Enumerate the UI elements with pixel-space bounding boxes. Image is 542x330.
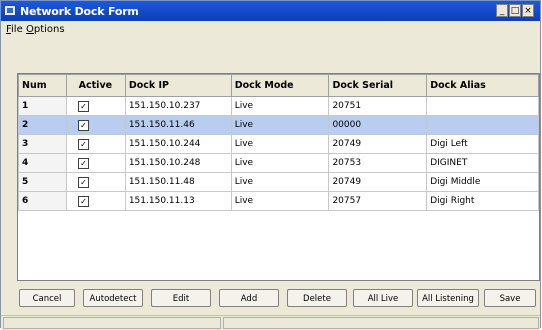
button-bar: Cancel Autodetect Edit Add Delete All Li… [17, 289, 540, 311]
cell-num: 4 [18, 153, 67, 173]
table-row[interactable]: 3 ✓ 151.150.10.244 Live 20749 Digi Left [18, 134, 539, 154]
col-header-dock-alias[interactable]: Dock Alias [426, 74, 539, 97]
cell-dock-ip[interactable]: 151.150.11.46 [124, 115, 232, 135]
menu-options-label: ptions [33, 24, 65, 35]
cell-dock-serial[interactable]: 20751 [328, 96, 428, 116]
cell-dock-serial[interactable]: 00000 [328, 115, 428, 135]
add-button[interactable]: Add [219, 289, 279, 307]
active-checkbox[interactable]: ✓ [77, 176, 89, 188]
active-checkbox[interactable]: ✓ [77, 100, 89, 112]
cell-num: 3 [18, 134, 67, 154]
cell-dock-serial[interactable]: 20757 [328, 191, 428, 211]
cell-dock-alias[interactable] [426, 96, 539, 116]
cell-num: 1 [18, 96, 67, 116]
cell-dock-serial[interactable]: 20749 [328, 172, 428, 192]
cell-active: ✓ [65, 191, 126, 211]
col-header-dock-ip[interactable]: Dock IP [124, 74, 232, 97]
col-header-num[interactable]: Num [18, 74, 67, 97]
all-listening-button[interactable]: All Listening [417, 289, 479, 307]
table-row[interactable]: 5 ✓ 151.150.11.48 Live 20749 Digi Middle [18, 172, 539, 192]
table-row-selected[interactable]: 2 ✓ 151.150.11.46 Live 00000 [18, 115, 539, 135]
cell-dock-mode[interactable]: Live [230, 115, 330, 135]
cell-dock-mode[interactable]: Live [230, 191, 330, 211]
col-header-dock-mode[interactable]: Dock Mode [230, 74, 330, 97]
table-row[interactable]: 4 ✓ 151.150.10.248 Live 20753 DIGINET [18, 153, 539, 173]
tool-area [1, 38, 540, 73]
menu-bar: File Options [1, 21, 540, 38]
col-header-active[interactable]: Active [65, 74, 126, 97]
close-icon[interactable]: × [522, 4, 534, 17]
status-pane-right [223, 317, 539, 329]
menu-options[interactable]: Options [26, 24, 65, 35]
cell-dock-serial[interactable]: 20753 [328, 153, 428, 173]
col-header-dock-serial[interactable]: Dock Serial [328, 74, 428, 97]
active-checkbox[interactable]: ✓ [77, 138, 89, 150]
menu-file[interactable]: File [6, 24, 23, 35]
active-checkbox[interactable]: ✓ [77, 195, 89, 207]
network-dock-window: Network Dock Form _ □ × File Options Num… [0, 0, 541, 330]
cell-dock-mode[interactable]: Live [230, 134, 330, 154]
cell-dock-mode[interactable]: Live [230, 172, 330, 192]
status-pane-left [3, 317, 221, 329]
cell-dock-alias[interactable]: DIGINET [426, 153, 539, 173]
cell-dock-alias[interactable]: Digi Left [426, 134, 539, 154]
app-icon [4, 5, 16, 16]
cell-dock-mode[interactable]: Live [230, 153, 330, 173]
delete-button[interactable]: Delete [287, 289, 347, 307]
cell-num: 6 [18, 191, 67, 211]
title-bar[interactable]: Network Dock Form _ □ × [1, 1, 540, 21]
cell-active: ✓ [65, 134, 126, 154]
cancel-button[interactable]: Cancel [19, 289, 75, 307]
cell-dock-ip[interactable]: 151.150.10.237 [124, 96, 232, 116]
cell-active: ✓ [65, 115, 126, 135]
table-row[interactable]: 6 ✓ 151.150.11.13 Live 20757 Digi Right [18, 191, 539, 211]
all-live-button[interactable]: All Live [353, 289, 413, 307]
cell-active: ✓ [65, 153, 126, 173]
cell-num: 2 [18, 115, 67, 135]
edit-button[interactable]: Edit [151, 289, 211, 307]
cell-active: ✓ [65, 96, 126, 116]
save-button[interactable]: Save [484, 289, 536, 307]
minimize-icon[interactable]: _ [496, 4, 508, 17]
cell-active: ✓ [65, 172, 126, 192]
active-checkbox[interactable]: ✓ [77, 157, 89, 169]
table-row[interactable]: 1 ✓ 151.150.10.237 Live 20751 [18, 96, 539, 116]
cell-dock-ip[interactable]: 151.150.11.48 [124, 172, 232, 192]
cell-dock-ip[interactable]: 151.150.11.13 [124, 191, 232, 211]
cell-dock-serial[interactable]: 20749 [328, 134, 428, 154]
active-checkbox[interactable]: ✓ [77, 119, 89, 131]
dock-table: Num Active Dock IP Dock Mode Dock Serial… [18, 74, 539, 211]
maximize-icon[interactable]: □ [509, 4, 521, 17]
cell-dock-alias[interactable] [426, 115, 539, 135]
cell-dock-alias[interactable]: Digi Middle [426, 172, 539, 192]
cell-dock-mode[interactable]: Live [230, 96, 330, 116]
cell-num: 5 [18, 172, 67, 192]
menu-file-label: ile [11, 24, 23, 35]
dock-grid[interactable]: Num Active Dock IP Dock Mode Dock Serial… [17, 73, 540, 281]
header-row: Num Active Dock IP Dock Mode Dock Serial… [18, 74, 539, 97]
window-title: Network Dock Form [20, 5, 139, 18]
cell-dock-ip[interactable]: 151.150.10.248 [124, 153, 232, 173]
menu-options-mnemonic: O [26, 24, 34, 35]
autodetect-button[interactable]: Autodetect [83, 289, 143, 307]
cell-dock-alias[interactable]: Digi Right [426, 191, 539, 211]
cell-dock-ip[interactable]: 151.150.10.244 [124, 134, 232, 154]
